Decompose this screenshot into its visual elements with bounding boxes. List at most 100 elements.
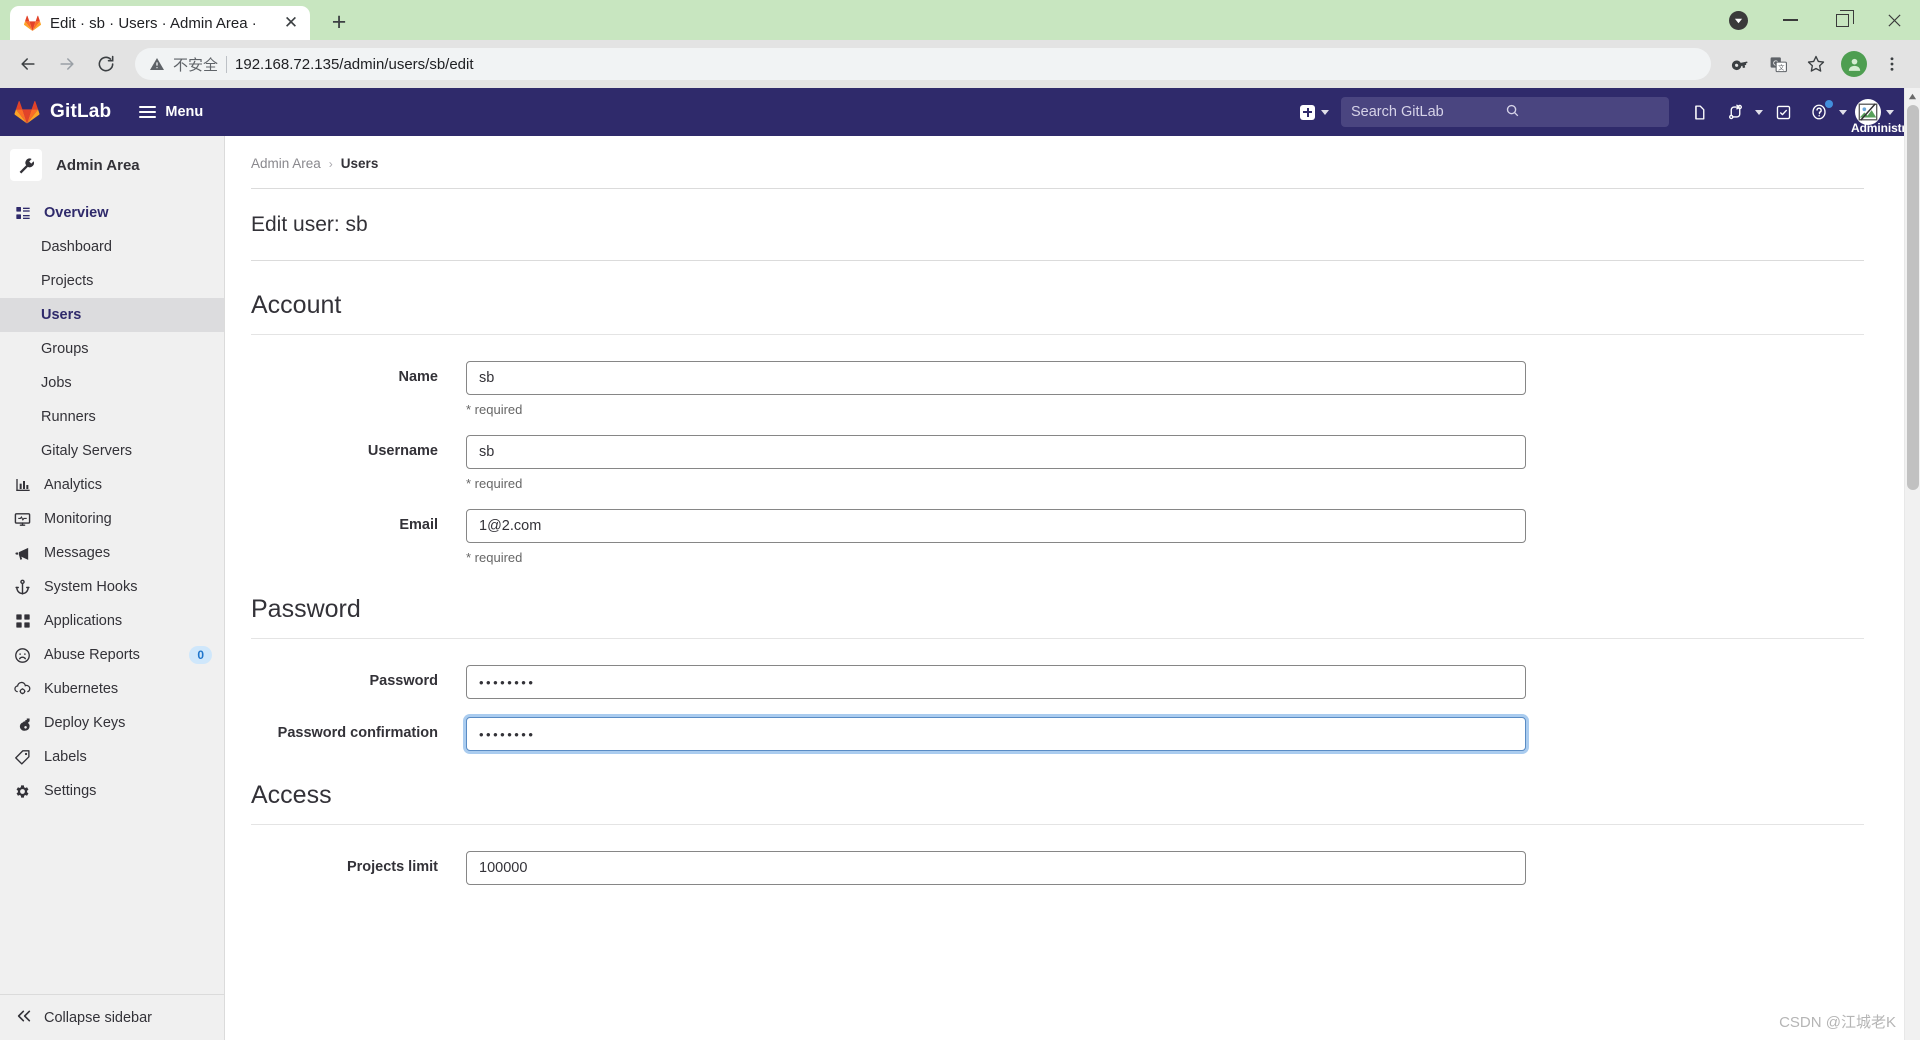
sidebar-item-labels[interactable]: Labels	[0, 740, 224, 774]
sidebar-item-kubernetes[interactable]: Kubernetes	[0, 672, 224, 706]
grid-icon	[14, 613, 31, 630]
app-body: Admin Area Overview Dashboard Projects U…	[0, 136, 1904, 1040]
main-menu-button[interactable]: Menu	[139, 104, 203, 120]
scrollbar-track[interactable]	[1905, 105, 1920, 1040]
browser-toolbar: 不安全 192.168.72.135/admin/users/sb/edit G…	[0, 40, 1920, 88]
name-input[interactable]: sb	[466, 361, 1526, 395]
scroll-up-arrow-icon[interactable]	[1905, 88, 1920, 105]
breadcrumb-admin-area[interactable]: Admin Area	[251, 156, 321, 171]
reload-icon[interactable]	[88, 46, 124, 82]
breadcrumb: Admin Area › Users	[251, 136, 1864, 188]
double-chevron-left-icon	[16, 1008, 32, 1028]
maximize-button[interactable]	[1816, 0, 1868, 40]
download-indicator-icon[interactable]	[1712, 0, 1764, 40]
sidebar-item-deploy-keys[interactable]: Deploy Keys	[0, 706, 224, 740]
browser-profile-avatar[interactable]	[1836, 46, 1872, 82]
help-button[interactable]	[1803, 96, 1847, 128]
field-hint: * required	[466, 402, 523, 417]
sidebar-item-overview[interactable]: Overview	[0, 196, 224, 230]
field-label: Password confirmation	[277, 725, 438, 741]
field-value: 100000	[479, 860, 528, 876]
chevron-down-icon	[1886, 109, 1894, 115]
browser-window: Edit · sb · Users · Admin Area · ✕ + 不安全…	[0, 0, 1920, 1040]
tab-strip: Edit · sb · Users · Admin Area · ✕ +	[0, 0, 1920, 40]
password-input[interactable]: ••••••••	[466, 665, 1526, 699]
email-input[interactable]: 1@2.com	[466, 509, 1526, 543]
gitlab-home-link[interactable]: GitLab	[14, 100, 111, 125]
close-window-button[interactable]	[1868, 0, 1920, 40]
search-input[interactable]: Search GitLab	[1341, 97, 1669, 127]
navbar-icon-group	[1683, 96, 1847, 128]
browser-tab[interactable]: Edit · sb · Users · Admin Area · ✕	[10, 6, 310, 40]
sidebar-item-messages[interactable]: Messages	[0, 536, 224, 570]
sidebar-item-label: Analytics	[44, 477, 103, 493]
abuse-reports-badge: 0	[189, 646, 212, 664]
sidebar-item-applications[interactable]: Applications	[0, 604, 224, 638]
field-wrapper: ••••••••	[466, 717, 1526, 751]
omnibox-divider	[226, 55, 228, 73]
field-label: Username	[367, 443, 438, 459]
field-value: sb	[479, 370, 495, 386]
sidebar-item-label: Settings	[44, 783, 97, 799]
field-label: Password	[369, 673, 439, 689]
key-icon	[14, 715, 31, 732]
field-label: Name	[398, 369, 439, 385]
translate-icon[interactable]: G文	[1760, 46, 1796, 82]
gitlab-logo-icon	[14, 100, 40, 125]
field-value: ••••••••	[479, 726, 536, 742]
chevron-down-icon	[1321, 109, 1329, 115]
star-icon[interactable]	[1798, 46, 1834, 82]
back-icon[interactable]	[10, 46, 46, 82]
collapse-sidebar-button[interactable]: Collapse sidebar	[0, 994, 224, 1040]
sidebar-header[interactable]: Admin Area	[0, 136, 224, 194]
form-row-username: Username sb * required	[251, 417, 1864, 491]
field-label: Projects limit	[346, 859, 438, 875]
main-menu-label: Menu	[165, 104, 204, 120]
overview-list-icon	[14, 205, 31, 222]
sidebar-item-label: System Hooks	[44, 579, 138, 595]
issues-icon[interactable]	[1683, 96, 1715, 128]
sidebar-item-label: Monitoring	[44, 511, 112, 527]
merge-requests-button[interactable]	[1719, 96, 1763, 128]
three-dot-menu-icon[interactable]	[1874, 46, 1910, 82]
sidebar-item-label: Applications	[44, 613, 123, 629]
new-tab-button[interactable]: +	[322, 5, 356, 39]
tab-close-icon[interactable]: ✕	[280, 12, 302, 34]
projects-limit-input[interactable]: 100000	[466, 851, 1526, 885]
todos-icon[interactable]	[1767, 96, 1799, 128]
sidebar-item-dashboard[interactable]: Dashboard	[0, 230, 224, 264]
sidebar-item-gitaly-servers[interactable]: Gitaly Servers	[0, 434, 224, 468]
search-icon	[1505, 103, 1659, 122]
window-controls	[1712, 0, 1920, 40]
address-bar[interactable]: 不安全 192.168.72.135/admin/users/sb/edit	[135, 48, 1711, 80]
sidebar-item-users[interactable]: Users	[0, 298, 224, 332]
password-confirmation-input[interactable]: ••••••••	[466, 717, 1526, 751]
sidebar-item-system-hooks[interactable]: System Hooks	[0, 570, 224, 604]
breadcrumb-users[interactable]: Users	[341, 156, 379, 171]
sidebar-item-monitoring[interactable]: Monitoring	[0, 502, 224, 536]
form-row-password-confirmation: Password confirmation ••••••••	[251, 699, 1864, 751]
gitlab-app: GitLab Menu Search GitLab Administr Admi…	[0, 88, 1904, 1040]
collapse-sidebar-label: Collapse sidebar	[44, 1009, 153, 1026]
key-icon[interactable]	[1722, 46, 1758, 82]
sidebar-item-runners[interactable]: Runners	[0, 400, 224, 434]
sidebar-item-projects[interactable]: Projects	[0, 264, 224, 298]
page-viewport: GitLab Menu Search GitLab Administr Admi…	[0, 88, 1920, 1040]
sidebar-item-analytics[interactable]: Analytics	[0, 468, 224, 502]
scrollbar-thumb[interactable]	[1906, 105, 1919, 490]
minimize-button[interactable]	[1764, 0, 1816, 40]
forward-icon[interactable]	[49, 46, 85, 82]
sidebar-item-label: Abuse Reports	[44, 647, 140, 663]
username-input[interactable]: sb	[466, 435, 1526, 469]
sidebar-item-settings[interactable]: Settings	[0, 774, 224, 808]
sidebar-item-abuse-reports[interactable]: Abuse Reports 0	[0, 638, 224, 672]
merge-requests-icon	[1719, 96, 1751, 128]
user-menu-button[interactable]: Administrato	[1851, 99, 1904, 135]
create-new-button[interactable]	[1296, 99, 1333, 126]
sidebar-item-label: Projects	[41, 273, 94, 289]
sidebar-item-groups[interactable]: Groups	[0, 332, 224, 366]
sidebar-item-label: Jobs	[41, 375, 72, 391]
plus-square-icon	[1300, 104, 1315, 120]
sidebar-item-jobs[interactable]: Jobs	[0, 366, 224, 400]
page-scrollbar[interactable]	[1904, 88, 1920, 1040]
